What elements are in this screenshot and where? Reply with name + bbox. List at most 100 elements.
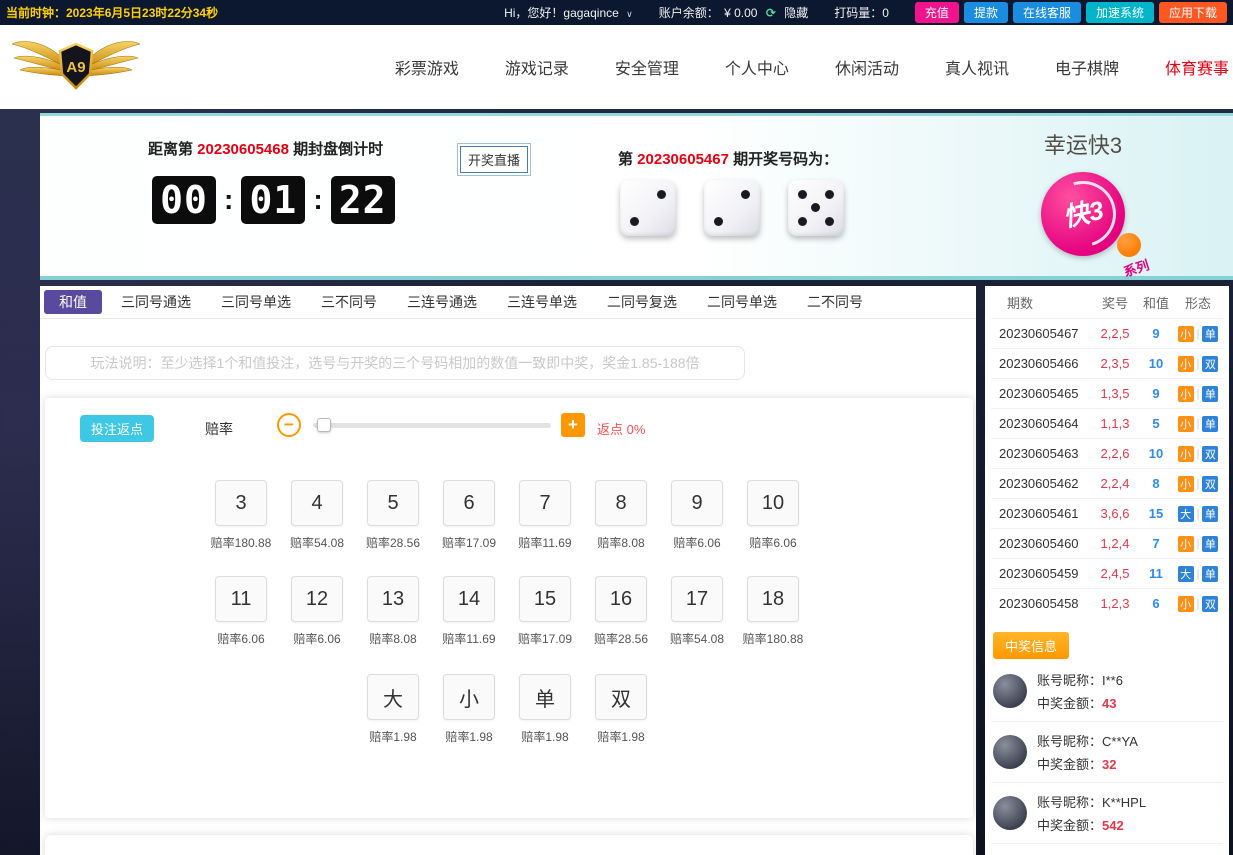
site-logo[interactable]: A9 xyxy=(10,34,142,101)
history-numbers: 2,2,4 xyxy=(1091,476,1139,491)
winner-amount: 中奖金额：542 xyxy=(1037,815,1146,834)
odds-plus-button[interactable]: + xyxy=(561,413,585,437)
topbar-buttons: 充值提款在线客服加速系统应用下载 xyxy=(915,2,1227,23)
history-sum: 15 xyxy=(1139,506,1173,521)
bet-number-button[interactable]: 12 xyxy=(291,576,343,622)
nav-item[interactable]: 体育赛事 xyxy=(1165,55,1229,79)
rebate-button[interactable]: 投注返点 xyxy=(80,415,154,442)
refresh-balance-icon[interactable]: ⟳ xyxy=(766,6,776,20)
bet-number-button[interactable]: 3 xyxy=(215,480,267,526)
history-form: 小|单 xyxy=(1173,536,1223,552)
bet-number-button[interactable]: 5 xyxy=(367,480,419,526)
tab[interactable]: 和值 xyxy=(44,290,102,314)
number-grid: 3赔率180.884赔率54.085赔率28.566赔率17.097赔率11.6… xyxy=(203,480,811,672)
die xyxy=(620,180,676,236)
bet-number-button[interactable]: 9 xyxy=(671,480,723,526)
countdown-suffix: 期封盘倒计时 xyxy=(289,141,383,158)
bet-number-button[interactable]: 6 xyxy=(443,480,495,526)
nav-item[interactable]: 电子棋牌 xyxy=(1055,55,1119,79)
bet-number-button[interactable]: 小 xyxy=(443,674,495,720)
tab[interactable]: 二同号单选 xyxy=(692,290,792,314)
nav-item[interactable]: 真人视讯 xyxy=(945,55,1009,79)
nav-item[interactable]: 个人中心 xyxy=(725,55,789,79)
bet-number-button[interactable]: 8 xyxy=(595,480,647,526)
history-numbers: 3,6,6 xyxy=(1091,506,1139,521)
topbar-button[interactable]: 加速系统 xyxy=(1086,2,1154,23)
bet-number-button[interactable]: 15 xyxy=(519,576,571,622)
bet-number-button[interactable]: 11 xyxy=(215,576,267,622)
next-period-number: 20230605468 xyxy=(197,141,289,158)
badge-separator: | xyxy=(1197,388,1200,400)
dama-amount: 打码量：0 xyxy=(834,4,889,21)
history-sum: 7 xyxy=(1139,536,1173,551)
game-logo-sub: 系列 xyxy=(1121,254,1152,280)
bet-number-button[interactable]: 10 xyxy=(747,480,799,526)
history-header-cell: 形态 xyxy=(1173,293,1223,312)
history-form: 小|单 xyxy=(1173,416,1223,432)
countdown-colon: : xyxy=(224,184,233,216)
bet-number-button[interactable]: 双 xyxy=(595,674,647,720)
bet-number-button[interactable]: 大 xyxy=(367,674,419,720)
odds-slider-thumb[interactable] xyxy=(317,418,331,432)
game-logo-circle: 快3 xyxy=(1041,172,1125,256)
parity-badge: 单 xyxy=(1202,536,1218,552)
history-numbers: 2,2,6 xyxy=(1091,446,1139,461)
topbar-button[interactable]: 充值 xyxy=(915,2,959,23)
bet-number-button[interactable]: 4 xyxy=(291,480,343,526)
odds-label: 赔率6.06 xyxy=(735,534,811,551)
size-badge: 小 xyxy=(1178,356,1194,372)
bet-number-button[interactable]: 18 xyxy=(747,576,799,622)
history-period: 20230605462 xyxy=(999,476,1091,491)
nav-item[interactable]: 安全管理 xyxy=(615,55,679,79)
history-form: 小|双 xyxy=(1173,446,1223,462)
hide-balance-button[interactable]: 隐藏 xyxy=(784,6,808,20)
bet-option: 7赔率11.69 xyxy=(507,480,583,576)
tab[interactable]: 二同号复选 xyxy=(592,290,692,314)
balance-value: ¥ 0.00 xyxy=(724,6,757,20)
bet-number-button[interactable]: 16 xyxy=(595,576,647,622)
nav-item[interactable]: 彩票游戏 xyxy=(395,55,459,79)
nav-item[interactable]: 休闲活动 xyxy=(835,55,899,79)
parity-badge: 双 xyxy=(1202,356,1218,372)
countdown-prefix: 距离第 xyxy=(148,141,197,158)
odds-label: 赔率8.08 xyxy=(583,534,659,551)
bet-number-button[interactable]: 14 xyxy=(443,576,495,622)
topbar: 当前时钟：2023年6月5日23时22分34秒 Hi，您好！gagaqince … xyxy=(0,0,1233,25)
bet-number-button[interactable]: 7 xyxy=(519,480,571,526)
live-draw-button[interactable]: 开奖直播 xyxy=(460,146,528,173)
odds-minus-button[interactable]: − xyxy=(277,413,301,437)
winner-row: 账号昵称：K**HPL中奖金额：542 xyxy=(991,783,1223,844)
odds-slider[interactable] xyxy=(313,423,551,428)
odds-label: 赔率1.98 xyxy=(507,728,583,745)
game-logo-dot xyxy=(1117,233,1141,257)
history-row: 202306054601,2,47小|单 xyxy=(991,528,1223,558)
history-sum: 9 xyxy=(1139,326,1173,341)
topbar-button[interactable]: 在线客服 xyxy=(1013,2,1081,23)
bet-option: 3赔率180.88 xyxy=(203,480,279,576)
bet-number-button[interactable]: 17 xyxy=(671,576,723,622)
tab[interactable]: 三同号通选 xyxy=(106,290,206,314)
bet-option: 11赔率6.06 xyxy=(203,576,279,672)
history-row: 202306054641,1,35小|单 xyxy=(991,408,1223,438)
tab[interactable]: 三连号单选 xyxy=(492,290,592,314)
tab[interactable]: 三不同号 xyxy=(306,290,392,314)
topbar-button[interactable]: 应用下载 xyxy=(1159,2,1227,23)
bet-number-button[interactable]: 13 xyxy=(367,576,419,622)
history-numbers: 2,4,5 xyxy=(1091,566,1139,581)
history-period: 20230605459 xyxy=(999,566,1091,581)
banner: 距离第 20230605468 期封盘倒计时 00 : 01 : 22 开奖直播… xyxy=(40,113,1233,280)
winner-row: 账号昵称：C**YA中奖金额：32 xyxy=(991,722,1223,783)
topbar-button[interactable]: 提款 xyxy=(964,2,1008,23)
bet-option: 9赔率6.06 xyxy=(659,480,735,576)
dice-row xyxy=(620,180,844,236)
bet-option: 双赔率1.98 xyxy=(583,674,659,770)
tab[interactable]: 三连号通选 xyxy=(392,290,492,314)
badge-separator: | xyxy=(1197,478,1200,490)
bet-number-button[interactable]: 单 xyxy=(519,674,571,720)
user-menu[interactable]: Hi，您好！gagaqince ∨ xyxy=(504,4,633,21)
tab[interactable]: 二不同号 xyxy=(792,290,878,314)
nav-item[interactable]: 游戏记录 xyxy=(505,55,569,79)
size-badge: 小 xyxy=(1178,446,1194,462)
tab[interactable]: 三同号单选 xyxy=(206,290,306,314)
bet-option: 10 赔率6.06 xyxy=(735,480,811,576)
